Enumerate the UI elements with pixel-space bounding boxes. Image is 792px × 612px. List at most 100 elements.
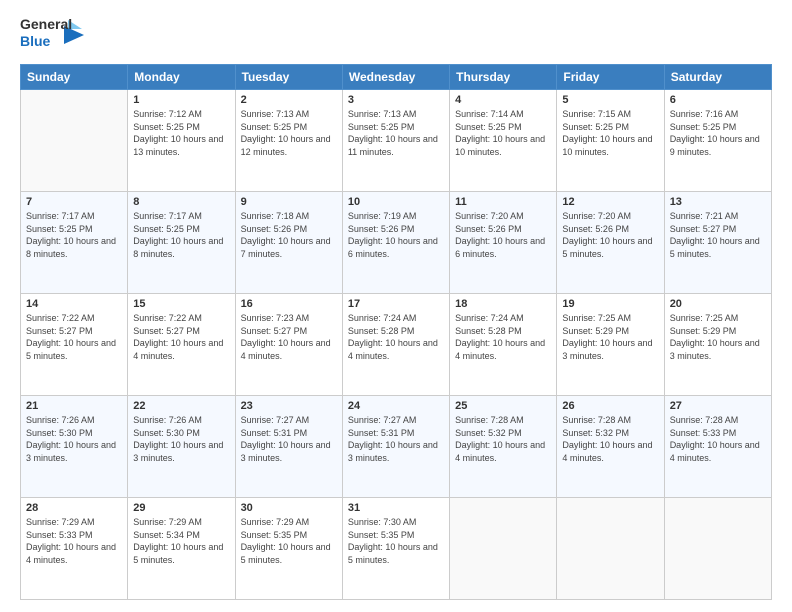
- day-number: 11: [455, 196, 551, 208]
- day-number: 12: [562, 196, 658, 208]
- day-number: 26: [562, 400, 658, 412]
- day-number: 18: [455, 298, 551, 310]
- day-info: Sunrise: 7:24 AMSunset: 5:28 PMDaylight:…: [455, 312, 551, 362]
- day-number: 7: [26, 196, 122, 208]
- day-info: Sunrise: 7:25 AMSunset: 5:29 PMDaylight:…: [670, 312, 766, 362]
- day-number: 20: [670, 298, 766, 310]
- day-info: Sunrise: 7:16 AMSunset: 5:25 PMDaylight:…: [670, 108, 766, 158]
- calendar-cell: 12 Sunrise: 7:20 AMSunset: 5:26 PMDayligh…: [557, 192, 664, 294]
- day-number: 25: [455, 400, 551, 412]
- calendar-cell: 9 Sunrise: 7:18 AMSunset: 5:26 PMDaylight…: [235, 192, 342, 294]
- day-number: 30: [241, 502, 337, 514]
- weekday-header: Saturday: [664, 65, 771, 90]
- calendar-cell: 1 Sunrise: 7:12 AMSunset: 5:25 PMDaylight…: [128, 90, 235, 192]
- calendar-cell: 21 Sunrise: 7:26 AMSunset: 5:30 PMDayligh…: [21, 396, 128, 498]
- calendar-cell: [557, 498, 664, 600]
- day-info: Sunrise: 7:18 AMSunset: 5:26 PMDaylight:…: [241, 210, 337, 260]
- weekday-header: Friday: [557, 65, 664, 90]
- day-info: Sunrise: 7:15 AMSunset: 5:25 PMDaylight:…: [562, 108, 658, 158]
- day-number: 15: [133, 298, 229, 310]
- day-info: Sunrise: 7:26 AMSunset: 5:30 PMDaylight:…: [26, 414, 122, 464]
- day-number: 29: [133, 502, 229, 514]
- day-info: Sunrise: 7:28 AMSunset: 5:32 PMDaylight:…: [455, 414, 551, 464]
- day-info: Sunrise: 7:26 AMSunset: 5:30 PMDaylight:…: [133, 414, 229, 464]
- weekday-header: Sunday: [21, 65, 128, 90]
- day-number: 27: [670, 400, 766, 412]
- day-info: Sunrise: 7:24 AMSunset: 5:28 PMDaylight:…: [348, 312, 444, 362]
- logo-graphic: General Blue: [20, 16, 62, 54]
- day-number: 13: [670, 196, 766, 208]
- day-info: Sunrise: 7:13 AMSunset: 5:25 PMDaylight:…: [241, 108, 337, 158]
- logo: General Blue: [20, 16, 84, 54]
- calendar-cell: 14Sunrise: 7:22 AMSunset: 5:27 PMDayligh…: [21, 294, 128, 396]
- day-number: 2: [241, 94, 337, 106]
- day-info: Sunrise: 7:12 AMSunset: 5:25 PMDaylight:…: [133, 108, 229, 158]
- day-number: 16: [241, 298, 337, 310]
- day-number: 6: [670, 94, 766, 106]
- calendar-cell: 25 Sunrise: 7:28 AMSunset: 5:32 PMDayligh…: [450, 396, 557, 498]
- calendar-cell: 3 Sunrise: 7:13 AMSunset: 5:25 PMDaylight…: [342, 90, 449, 192]
- day-info: Sunrise: 7:20 AMSunset: 5:26 PMDaylight:…: [455, 210, 551, 260]
- weekday-header: Tuesday: [235, 65, 342, 90]
- calendar-cell: 18 Sunrise: 7:24 AMSunset: 5:28 PMDayligh…: [450, 294, 557, 396]
- calendar-cell: 22 Sunrise: 7:26 AMSunset: 5:30 PMDayligh…: [128, 396, 235, 498]
- day-info: Sunrise: 7:19 AMSunset: 5:26 PMDaylight:…: [348, 210, 444, 260]
- day-number: 4: [455, 94, 551, 106]
- calendar-cell: 13 Sunrise: 7:21 AMSunset: 5:27 PMDayligh…: [664, 192, 771, 294]
- weekday-header: Monday: [128, 65, 235, 90]
- logo-blue: Blue: [20, 33, 62, 50]
- day-number: 19: [562, 298, 658, 310]
- page: General Blue SundayMondayTuesdayWednesda…: [0, 0, 792, 612]
- calendar-cell: 30 Sunrise: 7:29 AMSunset: 5:35 PMDayligh…: [235, 498, 342, 600]
- calendar-cell: 31 Sunrise: 7:30 AMSunset: 5:35 PMDayligh…: [342, 498, 449, 600]
- day-number: 31: [348, 502, 444, 514]
- day-number: 3: [348, 94, 444, 106]
- day-info: Sunrise: 7:27 AMSunset: 5:31 PMDaylight:…: [348, 414, 444, 464]
- calendar-cell: 27 Sunrise: 7:28 AMSunset: 5:33 PMDayligh…: [664, 396, 771, 498]
- day-info: Sunrise: 7:17 AMSunset: 5:25 PMDaylight:…: [26, 210, 122, 260]
- day-number: 1: [133, 94, 229, 106]
- day-info: Sunrise: 7:17 AMSunset: 5:25 PMDaylight:…: [133, 210, 229, 260]
- day-info: Sunrise: 7:20 AMSunset: 5:26 PMDaylight:…: [562, 210, 658, 260]
- day-number: 22: [133, 400, 229, 412]
- day-info: Sunrise: 7:13 AMSunset: 5:25 PMDaylight:…: [348, 108, 444, 158]
- logo-container: General Blue: [20, 16, 84, 54]
- day-info: Sunrise: 7:21 AMSunset: 5:27 PMDaylight:…: [670, 210, 766, 260]
- day-number: 21: [26, 400, 122, 412]
- day-info: Sunrise: 7:29 AMSunset: 5:35 PMDaylight:…: [241, 516, 337, 566]
- calendar-cell: 5 Sunrise: 7:15 AMSunset: 5:25 PMDaylight…: [557, 90, 664, 192]
- calendar-cell: 28 Sunrise: 7:29 AMSunset: 5:33 PMDayligh…: [21, 498, 128, 600]
- calendar-table: SundayMondayTuesdayWednesdayThursdayFrid…: [20, 64, 772, 600]
- day-info: Sunrise: 7:30 AMSunset: 5:35 PMDaylight:…: [348, 516, 444, 566]
- header: General Blue: [20, 16, 772, 54]
- calendar-cell: 8 Sunrise: 7:17 AMSunset: 5:25 PMDaylight…: [128, 192, 235, 294]
- calendar-cell: [450, 498, 557, 600]
- day-number: 9: [241, 196, 337, 208]
- calendar-cell: 4 Sunrise: 7:14 AMSunset: 5:25 PMDaylight…: [450, 90, 557, 192]
- calendar-cell: 2 Sunrise: 7:13 AMSunset: 5:25 PMDaylight…: [235, 90, 342, 192]
- day-number: 8: [133, 196, 229, 208]
- calendar-cell: 29Sunrise: 7:29 AMSunset: 5:34 PMDayligh…: [128, 498, 235, 600]
- day-number: 10: [348, 196, 444, 208]
- day-number: 24: [348, 400, 444, 412]
- day-info: Sunrise: 7:28 AMSunset: 5:33 PMDaylight:…: [670, 414, 766, 464]
- calendar-cell: 23Sunrise: 7:27 AMSunset: 5:31 PMDayligh…: [235, 396, 342, 498]
- calendar-cell: 19 Sunrise: 7:25 AMSunset: 5:29 PMDayligh…: [557, 294, 664, 396]
- calendar-cell: 11 Sunrise: 7:20 AMSunset: 5:26 PMDayligh…: [450, 192, 557, 294]
- calendar-cell: [664, 498, 771, 600]
- day-info: Sunrise: 7:23 AMSunset: 5:27 PMDaylight:…: [241, 312, 337, 362]
- day-info: Sunrise: 7:28 AMSunset: 5:32 PMDaylight:…: [562, 414, 658, 464]
- day-number: 28: [26, 502, 122, 514]
- day-number: 14: [26, 298, 122, 310]
- day-number: 17: [348, 298, 444, 310]
- day-number: 5: [562, 94, 658, 106]
- day-info: Sunrise: 7:25 AMSunset: 5:29 PMDaylight:…: [562, 312, 658, 362]
- day-info: Sunrise: 7:22 AMSunset: 5:27 PMDaylight:…: [133, 312, 229, 362]
- calendar-cell: 10 Sunrise: 7:19 AMSunset: 5:26 PMDayligh…: [342, 192, 449, 294]
- weekday-header: Wednesday: [342, 65, 449, 90]
- day-info: Sunrise: 7:14 AMSunset: 5:25 PMDaylight:…: [455, 108, 551, 158]
- calendar-cell: 24 Sunrise: 7:27 AMSunset: 5:31 PMDayligh…: [342, 396, 449, 498]
- calendar-cell: 6 Sunrise: 7:16 AMSunset: 5:25 PMDaylight…: [664, 90, 771, 192]
- day-info: Sunrise: 7:29 AMSunset: 5:33 PMDaylight:…: [26, 516, 122, 566]
- day-number: 23: [241, 400, 337, 412]
